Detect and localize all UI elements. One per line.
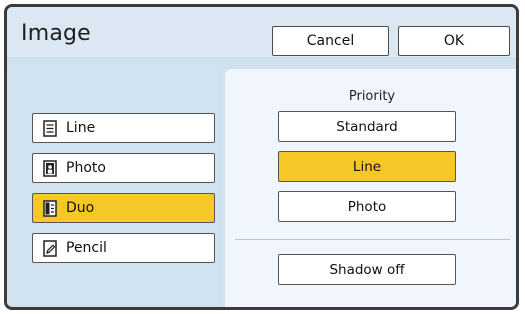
mode-photo-label: Photo (66, 160, 106, 176)
line-doc-icon (42, 119, 58, 137)
ok-button[interactable]: OK (398, 26, 510, 56)
image-dialog: Image Cancel OK Line Photo Duo Pencil Pr… (4, 4, 519, 310)
divider (235, 239, 510, 240)
duo-doc-icon (42, 199, 58, 217)
mode-panel: Line Photo Duo Pencil (7, 65, 219, 305)
mode-line-label: Line (66, 120, 96, 136)
photo-doc-icon (42, 159, 58, 177)
priority-photo-button[interactable]: Photo (278, 191, 456, 222)
mode-photo-button[interactable]: Photo (32, 153, 215, 183)
cancel-button[interactable]: Cancel (272, 26, 389, 56)
mode-pencil-label: Pencil (66, 240, 107, 256)
priority-panel: Priority Standard Line Photo Shadow off (225, 69, 516, 307)
shadow-off-button[interactable]: Shadow off (278, 254, 456, 285)
dialog-header: Image Cancel OK (7, 7, 516, 57)
mode-pencil-button[interactable]: Pencil (32, 233, 215, 263)
mode-duo-button[interactable]: Duo (32, 193, 215, 223)
priority-line-button[interactable]: Line (278, 151, 456, 182)
mode-duo-label: Duo (66, 200, 95, 216)
dialog-title: Image (21, 21, 91, 46)
priority-standard-button[interactable]: Standard (278, 111, 456, 142)
mode-line-button[interactable]: Line (32, 113, 215, 143)
priority-label: Priority (348, 89, 396, 104)
pencil-doc-icon (42, 239, 58, 257)
